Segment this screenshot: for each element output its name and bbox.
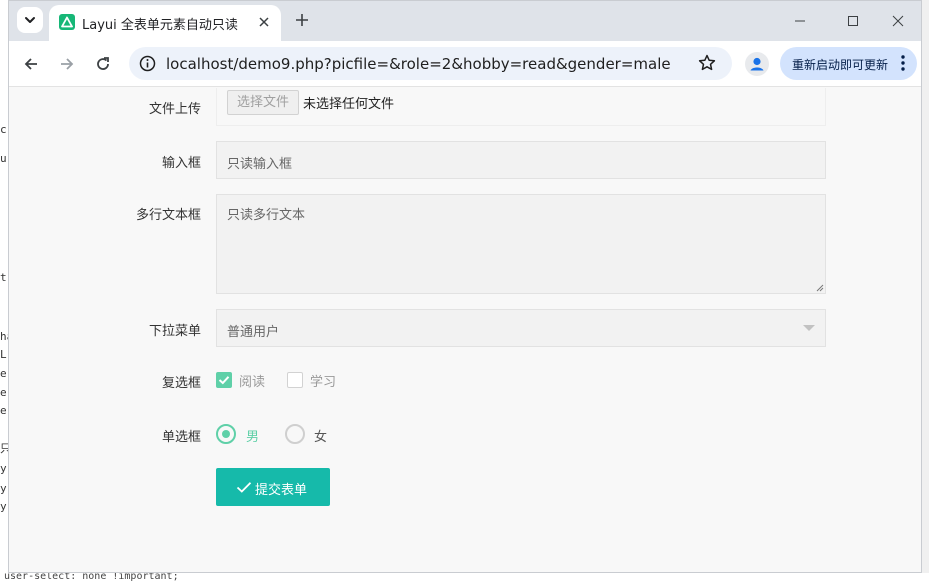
update-label: 重新启动即可更新 — [792, 58, 889, 72]
page-viewport: 文件上传 选择文件 未选择任何文件 输入框 只读输入框 多行文本框 只读多行文本… — [9, 88, 921, 572]
radio-male[interactable] — [216, 424, 236, 444]
code-fragment: y — [0, 462, 7, 475]
checkbox-read[interactable] — [216, 372, 232, 388]
select-value: 普通用户 — [227, 325, 280, 340]
resize-grip-icon[interactable] — [814, 282, 824, 292]
file-upload-field: 选择文件 未选择任何文件 — [216, 88, 826, 126]
background-editor-strip: cr u t ha L e e e 只 y y y — [0, 0, 8, 581]
radio-female[interactable] — [285, 424, 305, 444]
code-fragment: L — [0, 348, 7, 361]
textarea-value: 只读多行文本 — [227, 208, 306, 223]
submit-label: 提交表单 — [255, 483, 308, 498]
input-value: 只读输入框 — [227, 157, 293, 172]
reload-button[interactable] — [91, 52, 115, 76]
code-fragment: u — [0, 152, 7, 165]
back-button[interactable] — [19, 52, 43, 76]
file-upload-label: 文件上传 — [148, 102, 201, 117]
radio-row: 单选框 男 女 — [9, 424, 921, 448]
update-button[interactable]: 重新启动即可更新 — [780, 47, 917, 80]
new-tab-button[interactable] — [291, 9, 313, 31]
radio-female-label[interactable]: 女 — [314, 426, 327, 445]
maximize-icon — [848, 16, 858, 26]
background-code-line: user-select: none !important; — [0, 573, 929, 581]
radio-male-label[interactable]: 男 — [246, 426, 259, 445]
more-vert-icon — [901, 55, 905, 71]
tab-title: Layui 全表单元素自动只读 — [82, 18, 238, 33]
minimize-button[interactable] — [785, 9, 815, 33]
select-label: 下拉菜单 — [148, 324, 201, 339]
checkbox-study[interactable] — [287, 372, 303, 388]
tab-close-button[interactable] — [254, 12, 274, 32]
star-icon[interactable] — [697, 53, 717, 73]
readonly-textarea[interactable]: 只读多行文本 — [216, 194, 826, 294]
submit-button[interactable]: 提交表单 — [216, 468, 330, 506]
readonly-select[interactable]: 普通用户 — [216, 309, 826, 347]
code-fragment: t — [0, 271, 7, 284]
browser-toolbar: localhost/demo9.php?picfile=&role=2&hobb… — [9, 41, 921, 87]
browser-window: Layui 全表单元素自动只读 localhost/demo9.php?picf… — [8, 0, 922, 573]
code-fragment: y — [0, 500, 7, 513]
maximize-button[interactable] — [838, 9, 868, 33]
code-fragment: e — [0, 404, 7, 417]
tab-search-button[interactable] — [17, 7, 43, 33]
checkmark-icon — [218, 376, 230, 385]
browser-tab[interactable]: Layui 全表单元素自动只读 — [49, 5, 281, 41]
close-icon — [259, 17, 269, 27]
input-row: 输入框 只读输入框 — [9, 141, 921, 179]
file-status-text: 未选择任何文件 — [303, 97, 395, 112]
close-window-button[interactable] — [883, 9, 913, 33]
checkbox-row: 复选框 阅读 学习 — [9, 369, 921, 393]
code-fragment: y — [0, 482, 7, 495]
code-fragment: e — [0, 386, 7, 399]
address-bar[interactable]: localhost/demo9.php?picfile=&role=2&hobb… — [129, 47, 732, 80]
chevron-down-icon — [25, 17, 35, 23]
close-icon — [892, 15, 904, 27]
file-upload-row: 文件上传 选择文件 未选择任何文件 — [9, 88, 921, 126]
code-fragment: e — [0, 367, 7, 380]
arrow-right-icon — [61, 58, 74, 70]
title-bar: Layui 全表单元素自动只读 — [9, 1, 921, 41]
profile-avatar-icon — [745, 52, 769, 76]
layui-favicon-icon — [59, 14, 75, 30]
forward-button[interactable] — [55, 52, 79, 76]
readonly-text-input[interactable]: 只读输入框 — [216, 141, 826, 179]
radio-label: 单选框 — [161, 430, 201, 445]
profile-button[interactable] — [745, 52, 769, 76]
url-text[interactable]: localhost/demo9.php?picfile=&role=2&hobb… — [166, 55, 671, 73]
code-fragment: 只 — [0, 442, 8, 455]
arrow-left-icon — [24, 58, 37, 70]
minimize-icon — [795, 20, 805, 22]
checkbox-label: 复选框 — [161, 376, 201, 391]
code-fragment: ha — [0, 330, 8, 343]
dropdown-arrow-icon — [803, 325, 815, 331]
textarea-label: 多行文本框 — [135, 208, 201, 223]
select-row: 下拉菜单 普通用户 — [9, 309, 921, 347]
reload-icon — [97, 57, 109, 70]
info-icon[interactable] — [139, 55, 156, 72]
input-label: 输入框 — [161, 156, 201, 171]
textarea-row: 多行文本框 只读多行文本 — [9, 194, 921, 294]
code-fragment: cr — [0, 123, 8, 136]
choose-file-button[interactable]: 选择文件 — [227, 90, 299, 115]
checkbox-study-label[interactable]: 学习 — [310, 371, 336, 390]
check-icon — [236, 482, 252, 493]
checkbox-read-label[interactable]: 阅读 — [239, 371, 265, 390]
plus-icon — [296, 14, 308, 26]
